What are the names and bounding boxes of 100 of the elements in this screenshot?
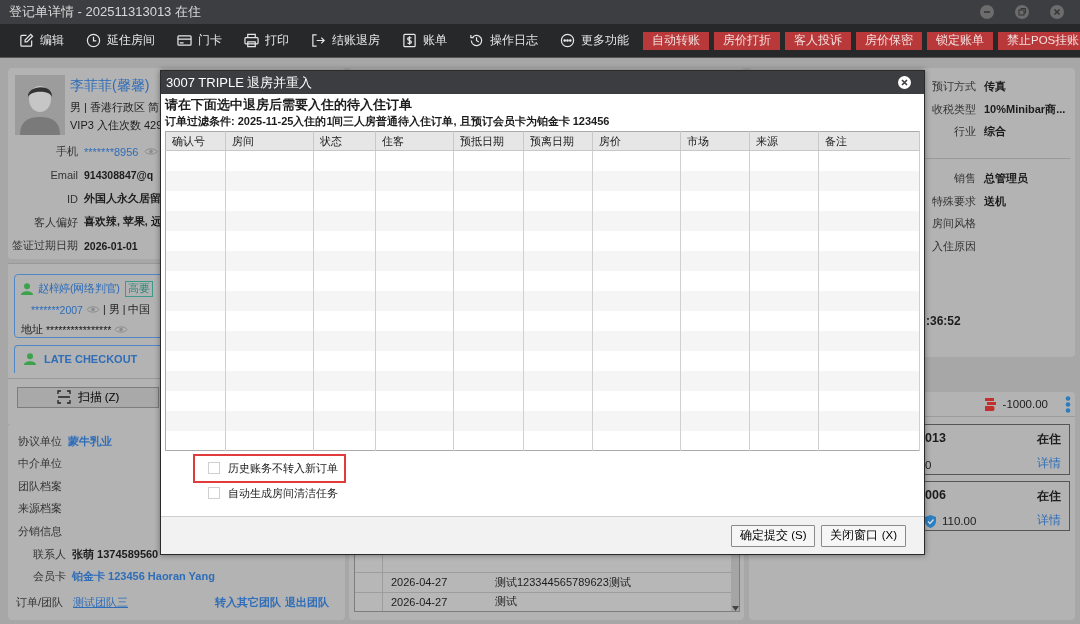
field-value: 2026-01-01 [84,239,138,252]
toolbar-button[interactable]: 更多功能 [560,32,629,49]
table-cell-text: 测试 [494,594,518,610]
scan-icon [56,390,71,405]
guest-details: 男 | 香港行政区 简 [70,100,161,115]
action-button[interactable]: 禁止POS挂账 [998,31,1080,50]
filter-text: 订单过滤条件: 2025-11-25入住的1间三人房普通待入住订单, 且预订会员卡为铂金卡 123456 [165,114,611,129]
column-header[interactable]: 市场 [680,131,750,151]
history-icon [469,33,484,48]
action-button[interactable]: 房价打折 [714,31,780,50]
field-label: 收税类型 [931,101,976,117]
column-header[interactable]: 房价 [592,131,681,151]
action-button[interactable]: 客人投诉 [785,31,851,50]
action-button[interactable]: 房价保密 [856,31,922,50]
table-cell-text: 2026-04-27 [390,595,449,608]
close-button[interactable]: 关闭窗口 (X) [821,524,906,547]
action-button[interactable]: 锁定账单 [927,31,993,50]
toolbar-button[interactable]: 操作日志 [469,32,538,49]
dialog-heading: 请在下面选中退房后需要入住的待入住订单 [165,96,413,114]
exit-icon [311,33,326,48]
field-value: 张萌 1374589560 [72,546,159,562]
minimize-icon[interactable] [980,5,994,19]
dialog-title: 3007 TRIPLE 退房并重入 [166,73,314,92]
edit-icon [19,33,34,48]
room-status: 在住 [1037,488,1061,505]
eye-icon[interactable] [85,305,100,315]
column-header[interactable]: 房间 [225,131,314,151]
checkbox[interactable] [208,462,220,474]
clock-icon [86,33,101,48]
field-label: 中介单位 [18,456,62,472]
field-value: 传真 [984,78,1006,94]
submit-button[interactable]: 确定提交 (S) [730,524,816,547]
toolbar-button[interactable]: 结账退房 [311,32,380,49]
tag: 高要 [124,280,153,297]
balance-amount: -1000.00 [1002,398,1048,410]
checkbox[interactable] [208,487,220,499]
column-header[interactable]: 预抵日期 [453,131,524,151]
field-label: 行业 [953,124,976,140]
close-icon[interactable] [898,76,911,89]
field-value: 综合 [984,124,1006,140]
toolbar-button[interactable]: 账单 [402,32,447,49]
card-icon [177,33,192,48]
field-label: Email [49,169,78,182]
room-number: 006 [925,488,947,504]
restore-icon[interactable] [1015,5,1029,19]
column-header[interactable]: 来源 [749,131,819,151]
column-header[interactable]: 备注 [818,131,920,151]
field-value: *******8956 [84,145,139,158]
table-cell-text: 2026-04-27 [390,576,449,589]
address-label: 地址 [21,322,43,337]
guest-name: 李菲菲(馨馨) [70,77,151,95]
scan-button[interactable]: 扫描 (Z) [17,386,159,408]
field-value: 送机 [984,193,1006,209]
room-number: 013 [925,431,947,447]
field-value: 914308847@q [84,169,154,182]
more-icon [560,33,575,48]
column-header[interactable]: 住客 [375,131,454,151]
gender: | 男 [102,302,120,317]
room-status: 在住 [1037,431,1061,448]
phone-number: *******2007 [31,303,83,316]
checkbox-label: 历史账务不转入新订单 [228,460,338,476]
checkbox-label: 自动生成房间清洁任务 [228,485,338,501]
field-label: 房间风格 [931,216,976,232]
eye-icon[interactable] [144,147,159,157]
field-label: 来源档案 [18,501,62,517]
country: | 中国 [122,302,151,317]
field-label: 特殊要求 [931,193,976,209]
address-value: **************** [46,323,112,336]
field-label: 订单/团队 [16,594,64,610]
person-icon [21,282,33,295]
note-label: LATE CHECKOUT [44,353,138,366]
column-header[interactable]: 确认号 [165,131,226,151]
field-value: 外国人永久居留 [84,191,161,206]
eye-icon[interactable] [114,325,129,335]
field-label: 销售 [953,170,976,186]
field-value: 总管理员 [984,170,1028,186]
column-header[interactable]: 预离日期 [523,131,593,151]
printer-icon [244,33,259,48]
room-amount: 110.00 [942,515,977,528]
field-label: 分销信息 [18,524,62,539]
column-header[interactable]: 状态 [313,131,376,151]
shield-icon [925,514,936,528]
toolbar-button[interactable]: 延住房间 [86,32,155,49]
room-amount: 0 [925,459,932,471]
field-value: 10%Minibar商... [984,101,1066,117]
toolbar-button[interactable]: 打印 [244,32,289,49]
field-label: 协议单位 [18,433,62,449]
coins-icon [984,397,996,411]
person-icon [24,353,36,366]
field-label: 预订方式 [931,78,976,94]
toolbar-button[interactable]: 门卡 [177,32,222,49]
field-label: ID [66,192,78,205]
avatar-icon [15,75,65,135]
kebab-menu-icon[interactable] [1065,395,1071,413]
field-label: 签证过期日期 [12,238,78,254]
action-button[interactable]: 自动转账 [643,31,709,50]
scroll-down-icon[interactable] [731,606,739,611]
window-title: 登记单详情 - 202511313013 在住 [9,3,202,21]
toolbar-button[interactable]: 编辑 [19,32,64,49]
field-label: 团队档案 [18,478,62,494]
